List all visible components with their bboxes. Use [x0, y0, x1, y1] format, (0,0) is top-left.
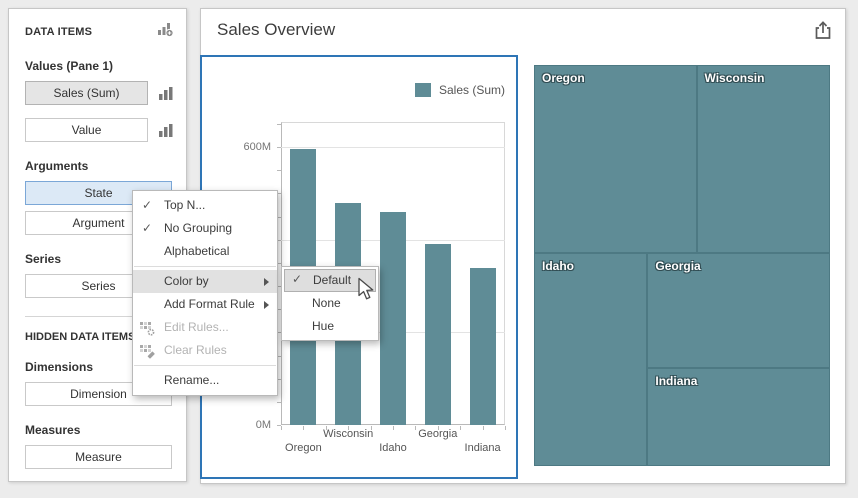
legend-label: Sales (Sum) — [439, 83, 505, 97]
x-axis-tick — [505, 426, 506, 430]
arguments-section-label: Arguments — [25, 159, 170, 173]
checkmark-icon: ✓ — [142, 194, 152, 217]
add-data-item-icon[interactable] — [157, 22, 174, 42]
menu-item-top-n[interactable]: ✓Top N... — [133, 194, 277, 217]
bar-georgia[interactable] — [425, 244, 451, 425]
bar-chart-icon — [159, 124, 173, 137]
data-items-header: DATA ITEMS — [9, 9, 186, 42]
bar-chart-icon — [159, 87, 173, 100]
context-menu: ✓Top N...✓No GroupingAlphabetical Color b… — [132, 190, 278, 396]
treemap-tile-label: Indiana — [655, 374, 697, 388]
menu-item-add-format-rule[interactable]: Add Format Rule — [133, 293, 277, 316]
export-icon[interactable] — [814, 21, 832, 45]
checkmark-icon: ✓ — [292, 269, 302, 290]
menu-separator — [134, 266, 276, 267]
x-axis-tick — [483, 426, 484, 430]
y-axis-label: 600M — [231, 141, 271, 153]
data-item-measure-placeholder[interactable]: Measure — [25, 445, 172, 469]
x-axis-label: Indiana — [448, 442, 518, 454]
data-item-sales-sum[interactable]: Sales (Sum) — [25, 81, 148, 105]
treemap-tile-oregon[interactable]: Oregon — [534, 65, 697, 253]
treemap-chart[interactable]: Oregon Wisconsin Idaho Georgia Indiana — [534, 65, 830, 466]
y-axis-tick — [277, 402, 281, 403]
x-axis-tick — [393, 426, 394, 430]
submenu-arrow-icon — [264, 301, 269, 309]
dashboard-item-panel: Sales Overview Sales (Sum) 0M 600M Oregon W… — [200, 8, 846, 484]
y-axis-tick — [277, 147, 281, 148]
menu-separator — [134, 365, 276, 366]
treemap-tile-label: Idaho — [542, 259, 574, 273]
gridline — [281, 147, 505, 148]
clear-rules-icon — [140, 344, 155, 367]
treemap-tile-idaho[interactable]: Idaho — [534, 253, 647, 466]
treemap-tile-label: Oregon — [542, 71, 585, 85]
menu-item-hue[interactable]: Hue — [284, 315, 376, 338]
checkmark-icon: ✓ — [142, 217, 152, 240]
menu-item-no-grouping[interactable]: ✓No Grouping — [133, 217, 277, 240]
submenu-arrow-icon — [264, 278, 269, 286]
x-axis-tick — [281, 426, 282, 430]
x-axis-label: Wisconsin — [313, 428, 383, 440]
y-axis-tick — [277, 124, 281, 125]
treemap-tile-label: Georgia — [655, 259, 700, 273]
data-item-value[interactable]: Value — [25, 118, 148, 142]
dashboard-designer: DATA ITEMS Values (Pane 1) Sales (Sum) V… — [0, 0, 858, 498]
menu-item-edit-rules: Edit Rules... — [133, 316, 277, 339]
menu-item-rename[interactable]: Rename... — [133, 369, 277, 392]
menu-item-alphabetical[interactable]: Alphabetical — [133, 240, 277, 263]
bar-idaho[interactable] — [380, 212, 406, 425]
treemap-tile-label: Wisconsin — [705, 71, 765, 85]
menu-item-clear-rules: Clear Rules — [133, 339, 277, 362]
legend-swatch — [415, 83, 431, 97]
bar-indiana[interactable] — [470, 268, 496, 426]
values-section-label: Values (Pane 1) — [25, 59, 170, 73]
x-axis-label: Oregon — [268, 442, 338, 454]
x-axis-label: Idaho — [358, 442, 428, 454]
mouse-cursor — [357, 277, 376, 307]
treemap-tile-wisconsin[interactable]: Wisconsin — [697, 65, 830, 253]
chart-legend: Sales (Sum) — [415, 83, 505, 97]
menu-item-color-by[interactable]: Color by — [133, 270, 277, 293]
treemap-tile-indiana[interactable]: Indiana — [647, 368, 830, 466]
page-title: Sales Overview — [217, 20, 335, 40]
y-axis-label: 0M — [231, 419, 271, 431]
panel-title: DATA ITEMS — [25, 26, 92, 38]
treemap-tile-georgia[interactable]: Georgia — [647, 253, 830, 367]
y-axis-tick — [277, 170, 281, 171]
x-axis-label: Georgia — [403, 428, 473, 440]
x-axis-tick — [303, 426, 304, 430]
measures-section-label: Measures — [25, 423, 170, 437]
